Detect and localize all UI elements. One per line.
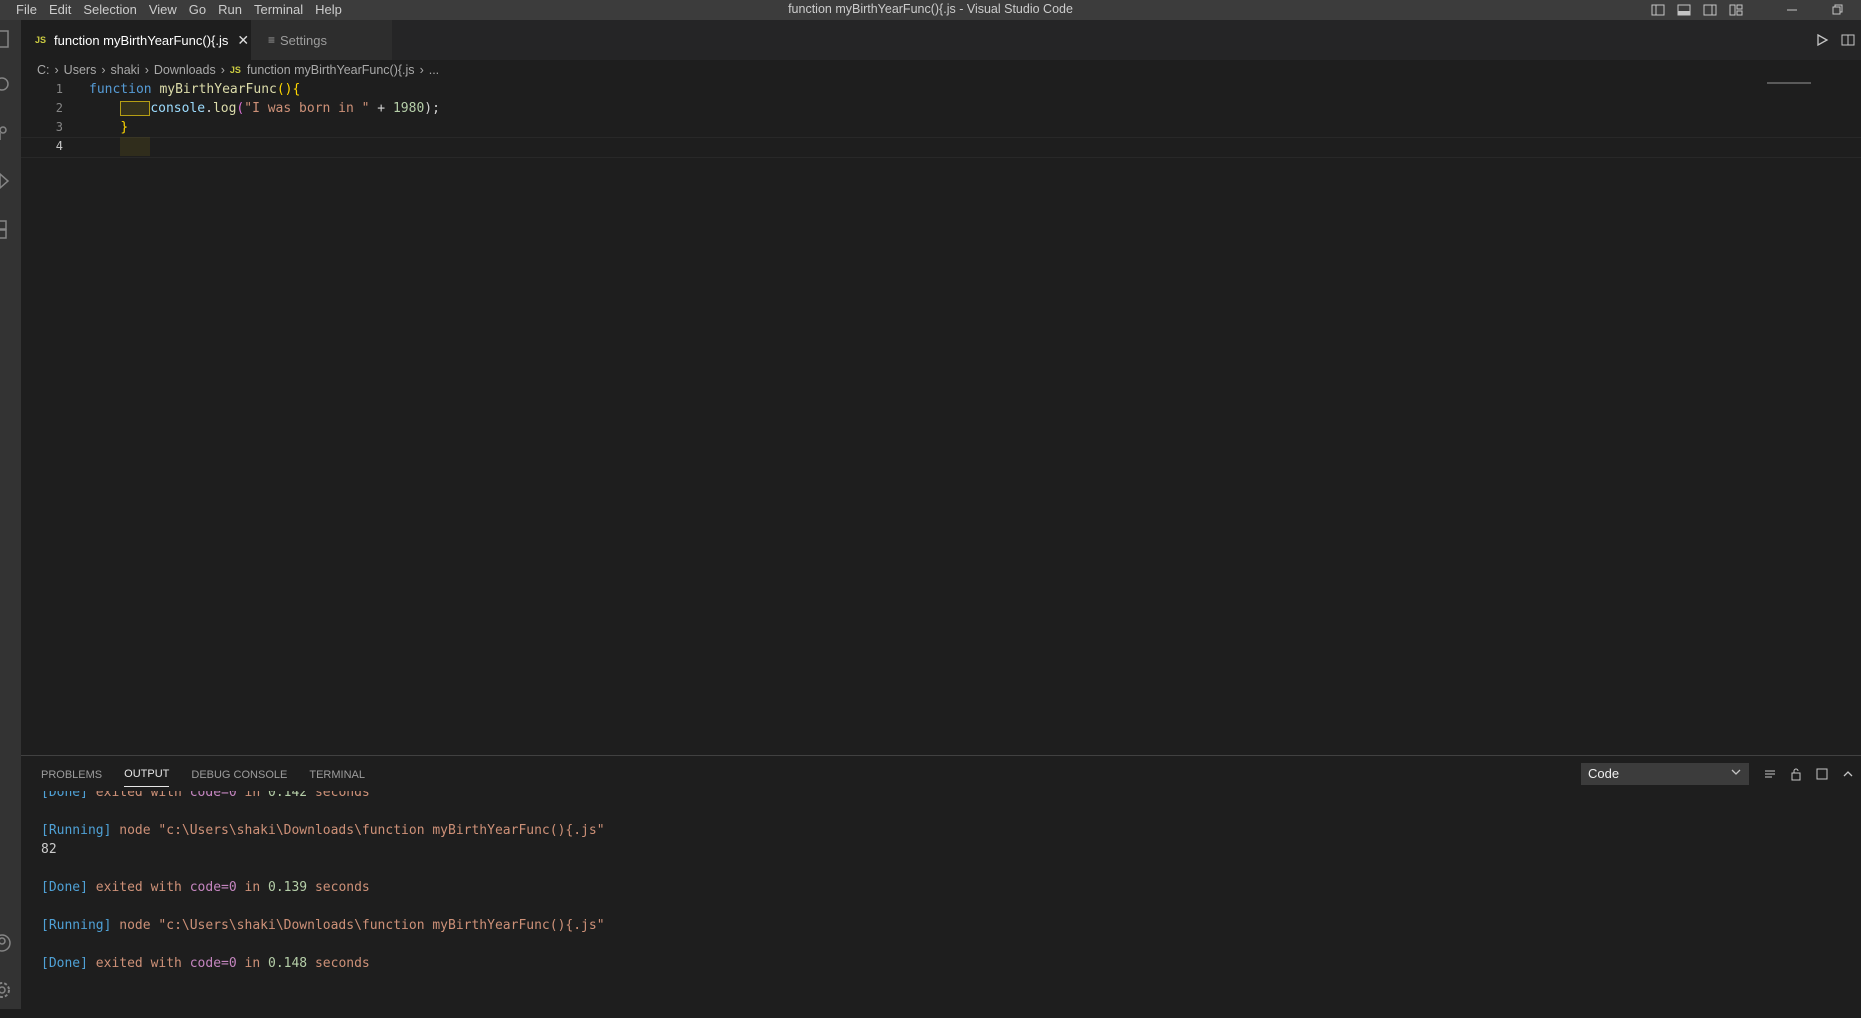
menu-go[interactable]: Go	[183, 0, 212, 20]
menu-run[interactable]: Run	[212, 0, 248, 20]
chevron-right-icon: ›	[419, 63, 424, 77]
line-number: 3	[55, 120, 63, 134]
title-controls	[1645, 0, 1861, 20]
token-object: console	[150, 101, 206, 116]
chevron-down-icon	[1730, 766, 1742, 781]
code-line-2: console.log("I was born in " + 1980);	[89, 99, 1761, 118]
breadcrumb-symbols[interactable]: ...	[429, 63, 439, 77]
menu-help[interactable]: Help	[309, 0, 348, 20]
tab-terminal[interactable]: TERMINAL	[309, 761, 365, 787]
token-string: "I was born in "	[244, 101, 370, 116]
output-view[interactable]: [Done] exited with code=0 in 0.142 secon…	[41, 791, 1861, 1009]
breadcrumb-file[interactable]: function myBirthYearFunc(){.js	[247, 63, 415, 77]
output-line: [Running] node "c:\Users\shaki\Downloads…	[41, 918, 605, 933]
code-editor[interactable]: 1 2 3 4 function myBirthYearFunc(){ cons…	[21, 80, 1861, 755]
js-file-icon: JS	[229, 65, 241, 75]
toggle-primary-sidebar-icon[interactable]	[1645, 0, 1671, 20]
close-icon[interactable]: ✕	[237, 32, 249, 49]
run-debug-icon[interactable]	[0, 168, 21, 208]
breadcrumb-drive[interactable]: C:	[37, 63, 50, 77]
maximize-panel-icon[interactable]	[1809, 763, 1835, 785]
output-channel-value: Code	[1588, 766, 1620, 781]
token-brace: {	[292, 82, 301, 97]
breadcrumb-users[interactable]: Users	[64, 63, 97, 77]
search-icon[interactable]	[0, 72, 21, 112]
accounts-icon[interactable]	[0, 930, 21, 970]
line-number-gutter: 1 2 3 4	[21, 80, 63, 156]
menu-terminal[interactable]: Terminal	[248, 0, 309, 20]
explorer-icon[interactable]	[0, 25, 21, 65]
breadcrumb: C: › Users › shaki › Downloads › JS func…	[21, 60, 1861, 80]
menu-file[interactable]: File	[10, 0, 43, 20]
code-line-4	[89, 137, 1761, 156]
toggle-secondary-sidebar-icon[interactable]	[1697, 0, 1723, 20]
chevron-right-icon: ›	[54, 63, 59, 77]
line-number: 4	[55, 139, 63, 153]
code-line-1: function myBirthYearFunc(){	[89, 80, 1761, 99]
tab-debug-console[interactable]: DEBUG CONSOLE	[191, 761, 287, 787]
panel-actions: Code	[1581, 756, 1861, 791]
menu-view[interactable]: View	[143, 0, 183, 20]
editor-actions	[1809, 20, 1861, 60]
indent-highlight	[120, 101, 151, 116]
manage-gear-icon[interactable]	[0, 978, 21, 1018]
restore-icon[interactable]	[1815, 0, 1861, 20]
tab-problems[interactable]: PROBLEMS	[41, 761, 102, 787]
menu-bar: File Edit Selection View Go Run Terminal…	[10, 0, 348, 20]
extensions-icon[interactable]	[0, 216, 21, 256]
breadcrumb-shaki[interactable]: shaki	[111, 63, 140, 77]
token-number: 1980	[392, 101, 425, 116]
code-line-3: }	[89, 118, 1761, 137]
editor-tab-bar: JS function myBirthYearFunc(){.js ✕ ≡ Se…	[21, 20, 1861, 60]
token-method: log	[212, 101, 237, 116]
menu-edit[interactable]: Edit	[43, 0, 77, 20]
tab-myBirthYearFunc-js[interactable]: JS function myBirthYearFunc(){.js ✕	[21, 20, 251, 60]
output-line: [Done] exited with code=0 in 0.139 secon…	[41, 880, 370, 895]
split-editor-icon[interactable]	[1835, 30, 1861, 50]
line-number: 1	[55, 82, 63, 96]
toggle-panel-icon[interactable]	[1671, 0, 1697, 20]
chevron-right-icon: ›	[144, 63, 149, 77]
token-function-name: myBirthYearFunc	[159, 82, 277, 97]
minimap[interactable]	[1767, 82, 1811, 84]
output-line: [Done] exited with code=0 in 0.142 secon…	[41, 791, 370, 800]
token-parens: ()	[276, 82, 293, 97]
bottom-panel: PROBLEMS OUTPUT DEBUG CONSOLE TERMINAL C…	[21, 755, 1861, 1009]
breadcrumb-downloads[interactable]: Downloads	[154, 63, 216, 77]
title-bar: File Edit Selection View Go Run Terminal…	[0, 0, 1861, 20]
source-control-icon[interactable]	[0, 120, 21, 160]
tab-label: Settings	[280, 32, 327, 48]
output-line: 82	[41, 842, 57, 857]
line-number: 2	[55, 101, 63, 115]
tab-settings[interactable]: ≡ Settings	[251, 20, 392, 60]
chevron-right-icon: ›	[220, 63, 225, 77]
activity-bar	[0, 20, 21, 1009]
settings-file-icon: ≡	[268, 33, 276, 47]
chevron-up-icon[interactable]	[1835, 763, 1861, 785]
customize-layout-icon[interactable]	[1723, 0, 1749, 20]
code-area[interactable]: function myBirthYearFunc(){ console.log(…	[89, 80, 1761, 156]
minimize-icon[interactable]	[1769, 0, 1815, 20]
token-brace: }	[120, 120, 129, 135]
js-file-icon: JS	[35, 35, 47, 45]
panel-tabs: PROBLEMS OUTPUT DEBUG CONSOLE TERMINAL	[21, 756, 387, 791]
chevron-right-icon: ›	[101, 63, 106, 77]
token-keyword: function	[89, 82, 152, 97]
run-code-play-icon[interactable]	[1809, 30, 1835, 50]
menu-selection[interactable]: Selection	[77, 0, 142, 20]
lock-scroll-icon[interactable]	[1783, 763, 1809, 785]
output-line: [Done] exited with code=0 in 0.148 secon…	[41, 956, 370, 971]
clear-output-icon[interactable]	[1757, 763, 1783, 785]
tab-output[interactable]: OUTPUT	[124, 760, 170, 787]
indent-highlight	[120, 137, 150, 156]
tab-label: function myBirthYearFunc(){.js	[54, 32, 229, 48]
output-channel-select[interactable]: Code	[1581, 762, 1749, 785]
output-line: [Running] node "c:\Users\shaki\Downloads…	[41, 823, 605, 838]
